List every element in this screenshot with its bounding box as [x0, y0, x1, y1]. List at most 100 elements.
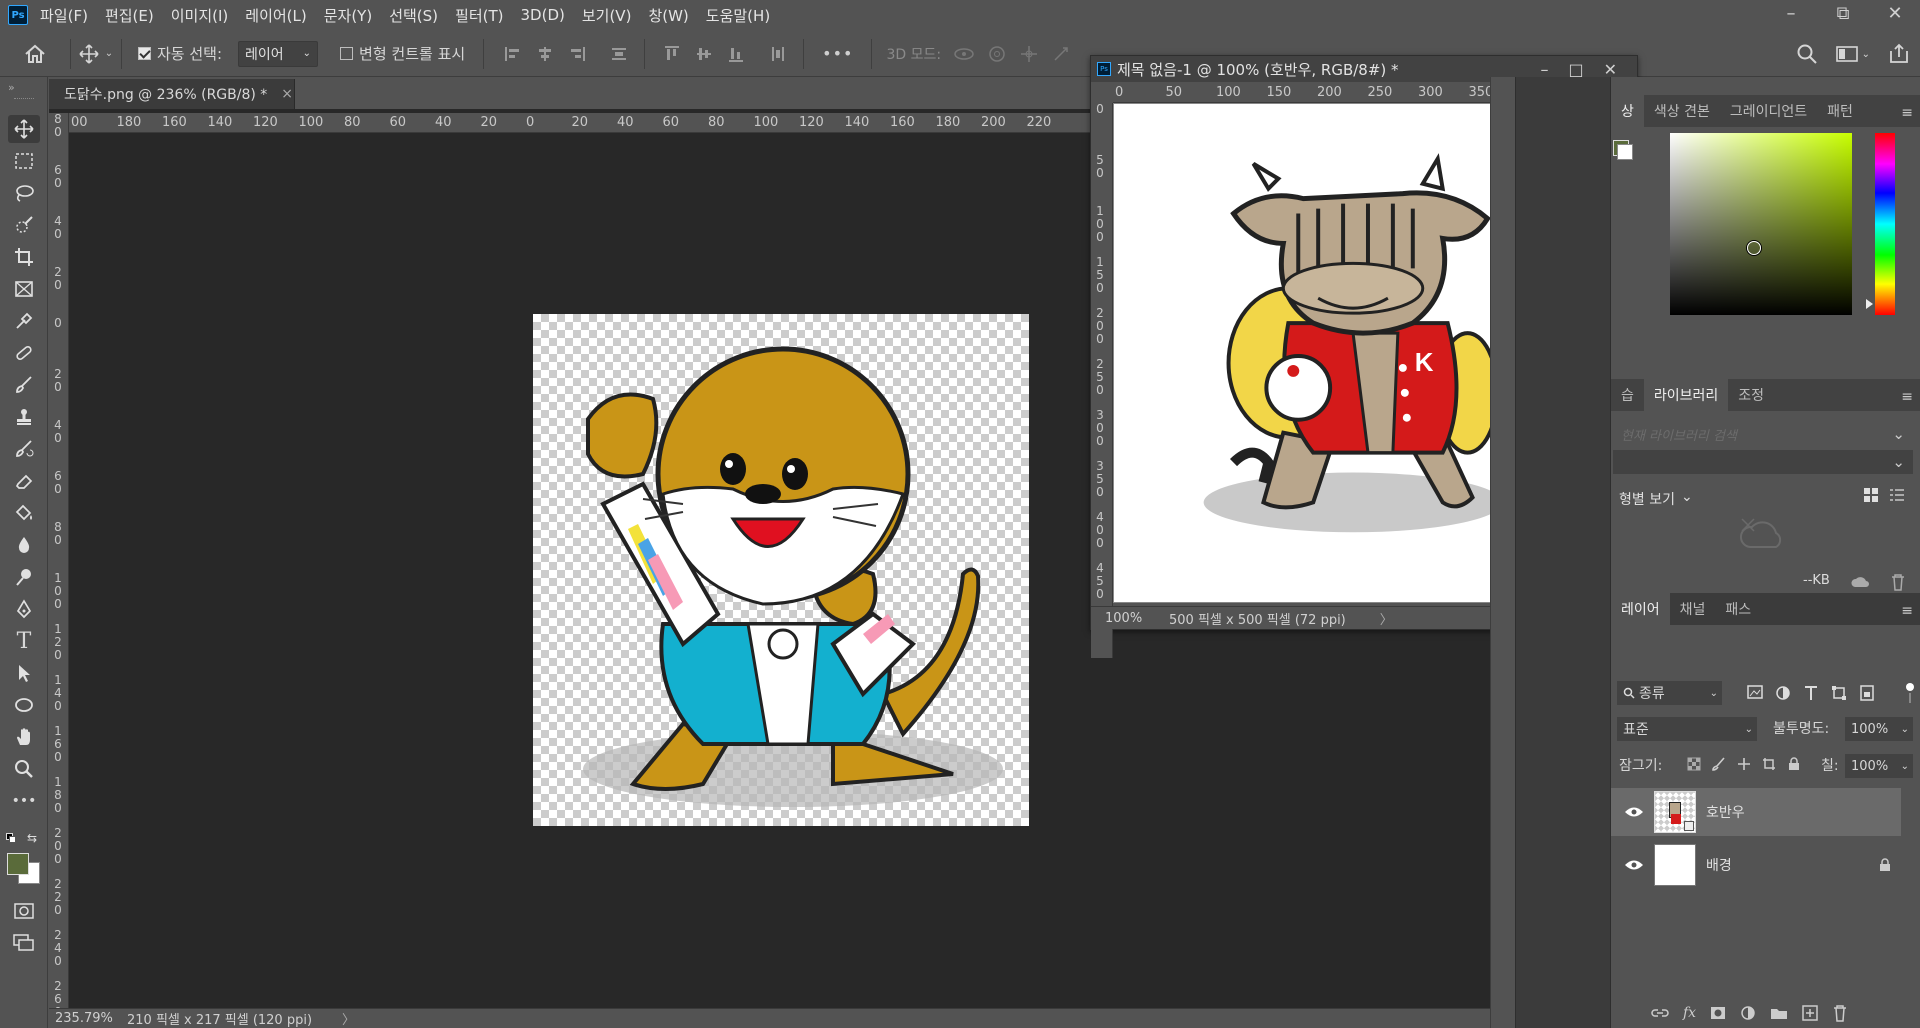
tab-layers[interactable]: 레이어 [1611, 593, 1670, 625]
align-vertical-centers-icon[interactable] [695, 45, 713, 63]
doc2-vertical-ruler[interactable]: 0 50 100 150 200 250 300 350 400 450 [1091, 103, 1113, 658]
clone-stamp-tool[interactable] [8, 403, 40, 431]
home-button[interactable] [0, 44, 70, 64]
doc-maximize-button[interactable]: □ [1568, 60, 1583, 79]
menu-file[interactable]: 파일(F) [40, 5, 88, 26]
history-brush-tool[interactable] [8, 435, 40, 463]
tab-patterns[interactable]: 패턴 [1817, 95, 1863, 127]
pan-3d-icon[interactable] [1019, 44, 1039, 64]
lock-all-icon[interactable] [1787, 757, 1801, 771]
marquee-tool[interactable] [8, 147, 40, 175]
search-icon[interactable] [1796, 43, 1818, 65]
document-canvas[interactable] [533, 314, 1029, 826]
brush-tool[interactable] [8, 371, 40, 399]
tab-swatches[interactable]: 색상 견본 [1644, 95, 1720, 127]
document-tab[interactable]: 도닭수.png @ 236% (RGB/8) * × [49, 79, 295, 109]
tab-libraries[interactable]: 라이브러리 [1643, 379, 1729, 411]
menu-filter[interactable]: 필터(T) [455, 5, 503, 26]
menu-view[interactable]: 보기(V) [582, 5, 632, 26]
layer-row[interactable]: 배경 [1611, 841, 1901, 889]
quick-selection-tool[interactable] [8, 211, 40, 239]
trash-icon[interactable] [1890, 573, 1906, 591]
tab-learn[interactable]: 습 [1611, 379, 1644, 411]
frame-tool[interactable] [8, 275, 40, 303]
lock-transparent-pixels-icon[interactable] [1687, 757, 1701, 771]
align-bottom-edges-icon[interactable] [727, 45, 745, 63]
doc2-size-info[interactable]: 500 픽셀 x 500 픽셀 (72 ppi) [1169, 609, 1346, 628]
list-view-icon[interactable] [1889, 487, 1905, 503]
tab-adjustments[interactable]: 조정 [1728, 379, 1774, 411]
library-search[interactable]: 현재 라이브러리 검색 ⌄ [1613, 421, 1913, 447]
lock-icon[interactable] [1879, 858, 1891, 872]
filter-type-icon[interactable] [1803, 685, 1819, 701]
doc-minimize-button[interactable]: – [1540, 60, 1548, 79]
align-horizontal-centers-icon[interactable] [536, 45, 554, 63]
library-selector[interactable]: ⌄ [1613, 450, 1913, 474]
transform-controls-checkbox[interactable] [340, 47, 354, 60]
tab-paths[interactable]: 패스 [1715, 593, 1761, 625]
eraser-tool[interactable] [8, 467, 40, 495]
dodge-tool[interactable] [8, 563, 40, 591]
path-selection-tool[interactable] [8, 659, 40, 687]
opacity-input[interactable]: 100% ⌄ [1845, 717, 1913, 741]
orbit-3d-icon[interactable] [953, 45, 975, 63]
menu-select[interactable]: 선택(S) [389, 5, 438, 26]
roll-3d-icon[interactable] [987, 44, 1007, 64]
new-layer-icon[interactable] [1802, 1005, 1818, 1021]
new-group-icon[interactable] [1770, 1006, 1788, 1020]
close-tab-icon[interactable]: × [281, 86, 293, 102]
panel-menu-icon[interactable]: ≡ [1893, 383, 1920, 411]
doc2-zoom-level[interactable]: 100% [1105, 611, 1163, 626]
tab-channels[interactable]: 채널 [1670, 593, 1716, 625]
align-left-edges-icon[interactable] [504, 45, 522, 63]
auto-select-checkbox[interactable] [138, 47, 151, 60]
menu-layer[interactable]: 레이어(L) [245, 5, 306, 26]
filter-shape-icon[interactable] [1831, 685, 1847, 701]
blend-mode-dropdown[interactable]: 표준 ⌄ [1617, 717, 1757, 741]
move-tool-preset[interactable]: ⌄ [71, 43, 121, 64]
panel-menu-icon[interactable]: ≡ [1893, 597, 1920, 625]
link-layers-icon[interactable] [1651, 1006, 1669, 1020]
filter-smart-object-icon[interactable] [1859, 685, 1875, 701]
foreground-color-swatch[interactable] [7, 853, 29, 875]
more-options-button[interactable]: ••• [822, 44, 853, 63]
screen-mode-button[interactable] [8, 929, 40, 957]
grid-view-icon[interactable] [1863, 487, 1879, 503]
swap-colors-icon[interactable]: ⇆ [27, 831, 37, 845]
zoom-level[interactable]: 235.79% [55, 1011, 115, 1026]
share-icon[interactable] [1888, 43, 1910, 65]
fill-input[interactable]: 100% ⌄ [1845, 754, 1913, 778]
hue-slider[interactable] [1875, 133, 1895, 315]
vertical-ruler[interactable]: 80 60 40 20 0 20 40 60 80 100 120 140 160 180 200 220 24… [49, 113, 69, 1008]
healing-brush-tool[interactable] [8, 339, 40, 367]
status-menu-arrow[interactable]: 〉 [342, 1009, 355, 1028]
default-colors-icon[interactable] [6, 833, 18, 843]
color-picker-handle[interactable] [1747, 241, 1761, 255]
align-top-edges-icon[interactable] [663, 45, 681, 63]
doc-close-button[interactable]: ✕ [1604, 60, 1617, 79]
menu-3d[interactable]: 3D(D) [521, 6, 565, 24]
auto-select-target-dropdown[interactable]: 레이어 ⌄ [238, 40, 319, 67]
hand-tool[interactable] [8, 723, 40, 751]
filter-adjustment-icon[interactable] [1775, 685, 1791, 701]
pen-tool[interactable] [8, 595, 40, 623]
zoom-tool[interactable] [8, 755, 40, 783]
library-search-input[interactable]: 현재 라이브러리 검색 [1621, 425, 1737, 444]
type-tool[interactable]: T [8, 627, 40, 655]
crop-tool[interactable] [8, 243, 40, 271]
eye-icon[interactable] [1624, 805, 1644, 819]
horizontal-ruler[interactable]: 00 180 160 140 120 100 80 60 40 20 0 20 40 60 80 100 120… [69, 113, 1091, 133]
layer-filter-dropdown[interactable]: 종류 ⌄ [1617, 681, 1722, 705]
edit-toolbar-button[interactable]: ••• [8, 787, 40, 815]
minimize-button[interactable]: – [1776, 3, 1806, 24]
menu-window[interactable]: 창(W) [648, 5, 688, 26]
distribute-vertical-icon[interactable] [610, 45, 628, 63]
blur-tool[interactable] [8, 531, 40, 559]
ellipse-tool[interactable] [8, 691, 40, 719]
filter-toggle[interactable] [1905, 681, 1915, 705]
distribute-horizontal-icon[interactable] [769, 45, 787, 63]
filter-pixel-icon[interactable] [1747, 685, 1763, 699]
layer-name[interactable]: 배경 [1706, 855, 1732, 875]
collapse-toolbar-icon[interactable]: » [8, 81, 15, 94]
lock-artboard-icon[interactable] [1762, 757, 1776, 771]
